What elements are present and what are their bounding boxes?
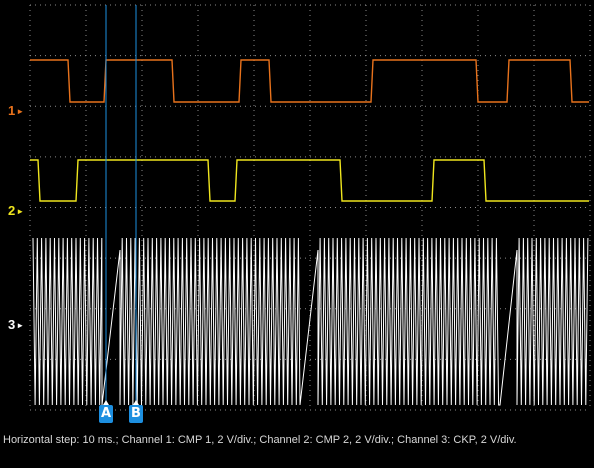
right-arrow-icon: ► (16, 107, 25, 116)
channel-1-marker[interactable]: 1► (8, 104, 24, 118)
right-arrow-icon: ► (16, 207, 25, 216)
channel-2-label: 2 (8, 203, 16, 218)
cursor-b-label: B (131, 406, 141, 421)
channel-3-trace (32, 237, 589, 406)
oscilloscope-display: 1► 2► 3► A B Horizontal step: 10 ms.; Ch… (0, 0, 594, 468)
cursor-b-handle[interactable]: B (129, 400, 143, 423)
channel-2-marker[interactable]: 2► (8, 204, 24, 218)
channel-3-marker[interactable]: 3► (8, 318, 24, 332)
cursor-a-handle[interactable]: A (99, 400, 113, 423)
right-arrow-icon: ► (16, 321, 25, 330)
cursor-a-label: A (100, 406, 112, 421)
waveform-area (29, 4, 591, 411)
channel-1-label: 1 (8, 103, 16, 118)
channel-3-label: 3 (8, 317, 16, 332)
scope-settings-caption: Horizontal step: 10 ms.; Channel 1: CMP … (3, 434, 517, 446)
